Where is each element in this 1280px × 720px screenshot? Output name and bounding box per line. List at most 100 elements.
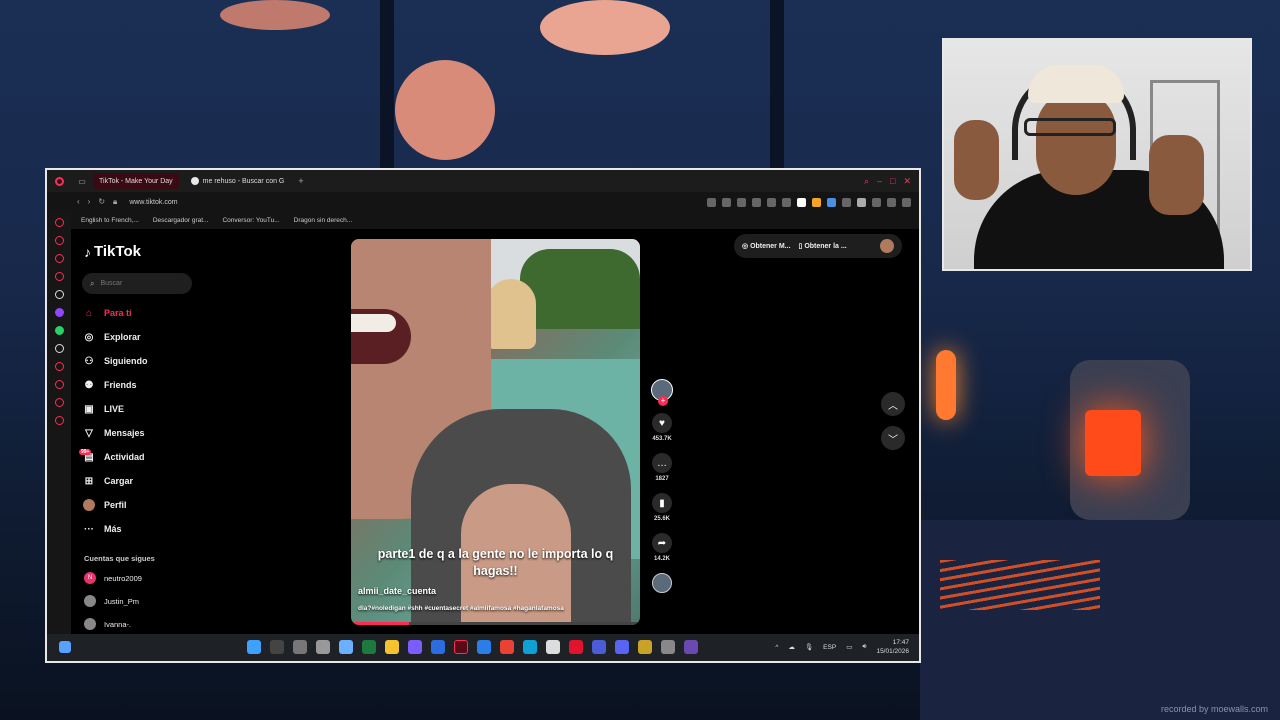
task-view-icon[interactable] <box>293 640 307 654</box>
shield-icon[interactable] <box>737 197 746 207</box>
close-button[interactable]: ✕ <box>903 176 911 187</box>
app-icon[interactable] <box>339 640 353 654</box>
sidebar-item-actividad[interactable]: ▤ 99+ Actividad <box>79 445 148 469</box>
workspace-icon[interactable] <box>54 236 64 245</box>
menu-icon[interactable] <box>902 197 911 207</box>
ai-icon[interactable] <box>887 197 896 207</box>
history-icon[interactable] <box>54 380 64 389</box>
chevron-up-icon[interactable]: ^ <box>775 644 778 651</box>
app-icon[interactable] <box>661 640 675 654</box>
following-item[interactable]: Ivanna-. <box>84 618 131 630</box>
follow-plus-icon[interactable]: + <box>658 396 668 406</box>
opera-logo-icon[interactable] <box>47 176 71 186</box>
tiktok-logo[interactable]: ♪ TikTok <box>84 243 141 260</box>
network-icon[interactable]: ▭ <box>846 643 852 651</box>
notepad-icon[interactable] <box>477 640 491 654</box>
creator-avatar[interactable]: + <box>651 379 673 406</box>
translate-icon[interactable] <box>752 197 761 207</box>
sound-avatar[interactable] <box>652 573 672 593</box>
url-field[interactable]: www.tiktok.com <box>129 199 177 206</box>
edge-icon[interactable] <box>523 640 537 654</box>
new-tab-button[interactable]: + <box>298 176 303 186</box>
excel-icon[interactable] <box>362 640 376 654</box>
aria-icon[interactable] <box>54 218 64 227</box>
opera-icon[interactable] <box>454 640 468 654</box>
mic-icon[interactable]: 🎙︎ <box>805 643 813 651</box>
extension-icon[interactable] <box>797 197 806 207</box>
x-icon[interactable] <box>431 640 445 654</box>
settings-icon[interactable] <box>54 416 64 425</box>
tab-menu-icon[interactable]: ▭ <box>71 177 93 186</box>
extension-icon[interactable] <box>827 197 836 207</box>
app-icon[interactable] <box>592 640 606 654</box>
whatsapp-icon[interactable] <box>54 326 64 335</box>
cloud-icon[interactable]: ☁ <box>788 643 795 651</box>
video-author[interactable]: almii_date_cuenta <box>358 586 436 596</box>
volume-icon[interactable]: 🔊︎ <box>862 643 866 651</box>
app-icon[interactable] <box>569 640 583 654</box>
sidebar-item-friends[interactable]: ⚉ Friends <box>83 373 148 397</box>
comment-button[interactable]: … <box>652 453 672 473</box>
previous-video-button[interactable]: ︿ <box>881 392 905 416</box>
app-icon[interactable] <box>408 640 422 654</box>
workspace-icon[interactable] <box>54 272 64 281</box>
bookmark-item[interactable]: Descargador grat... <box>153 217 209 224</box>
heart-icon[interactable] <box>782 197 791 207</box>
tab-search[interactable]: me rehuso - Buscar con G <box>185 173 291 189</box>
maximize-button[interactable]: □ <box>890 176 895 187</box>
search-input[interactable]: ⌕ Buscar <box>82 273 192 294</box>
bookmark-item[interactable]: Conversor: YouTu... <box>222 217 279 224</box>
twitch-icon[interactable] <box>54 308 64 317</box>
save-button[interactable]: ▮ <box>652 493 672 513</box>
sidebar-item-mensajes[interactable]: ▽ Mensajes <box>83 421 148 445</box>
sidebar-item-para-ti[interactable]: ⌂ Para ti <box>83 301 148 325</box>
minimize-button[interactable]: – <box>877 176 882 187</box>
profile-icon[interactable] <box>857 197 866 207</box>
video-hashtags[interactable]: dia?#noledigan #shh #cuentasecret #almii… <box>358 605 564 612</box>
file-explorer-icon[interactable] <box>385 640 399 654</box>
sidebar-item-live[interactable]: ▣ LIVE <box>83 397 148 421</box>
following-item[interactable]: Justin_Pm <box>84 595 139 607</box>
video-player[interactable]: parte1 de q a la gente no le importa lo … <box>351 239 640 625</box>
share-button[interactable]: ➦ <box>652 533 672 553</box>
puzzle-icon[interactable] <box>842 197 851 207</box>
bookmark-item[interactable]: Dragon sin derech... <box>294 217 353 224</box>
search-tabs-icon[interactable]: ⌕ <box>864 176 869 187</box>
app-icon[interactable] <box>684 640 698 654</box>
forward-icon[interactable]: › <box>88 197 91 207</box>
widgets-icon[interactable] <box>59 641 71 653</box>
app-icon[interactable] <box>638 640 652 654</box>
back-icon[interactable]: ‹ <box>77 197 80 207</box>
app-icon[interactable] <box>316 640 330 654</box>
workspace-icon[interactable] <box>54 254 64 263</box>
bookmark-item[interactable]: English to French,... <box>81 217 139 224</box>
sidebar-item-siguiendo[interactable]: ⚇ Siguiendo <box>83 349 148 373</box>
get-app-button[interactable]: ◎ Obtener M... <box>742 242 791 250</box>
clock-icon[interactable] <box>54 398 64 407</box>
snapshot-icon[interactable] <box>722 197 731 207</box>
sidebar-item-cargar[interactable]: ⊞ Cargar <box>83 469 148 493</box>
clock[interactable]: 17:47 15/01/2026 <box>876 638 909 656</box>
like-button[interactable]: ♥ <box>652 413 672 433</box>
x-icon[interactable] <box>54 344 64 353</box>
sidebar-item-perfil[interactable]: Perfil <box>83 493 148 517</box>
video-progress-bar[interactable] <box>351 622 640 625</box>
get-app-button[interactable]: ▯ Obtener la ... <box>799 242 847 250</box>
sidebar-item-mas[interactable]: ··· Más <box>83 517 148 541</box>
sidebar-item-explorar[interactable]: ◎ Explorar <box>83 325 148 349</box>
discord-icon[interactable] <box>615 640 629 654</box>
language-indicator[interactable]: ESP <box>823 644 836 651</box>
player-icon[interactable] <box>54 362 64 371</box>
pin-icon[interactable] <box>707 197 716 207</box>
following-item[interactable]: N neutro2009 <box>84 572 142 584</box>
reload-icon[interactable]: ↻ <box>98 197 105 207</box>
download-icon[interactable] <box>872 197 881 207</box>
chatgpt-icon[interactable] <box>54 290 64 299</box>
next-video-button[interactable]: ﹀ <box>881 426 905 450</box>
tab-tiktok[interactable]: TikTok - Make Your Day <box>71 173 179 237</box>
extension-icon[interactable] <box>812 197 821 207</box>
store-icon[interactable] <box>546 640 560 654</box>
start-icon[interactable] <box>247 640 261 654</box>
chrome-icon[interactable] <box>500 640 514 654</box>
user-avatar[interactable] <box>880 239 894 253</box>
